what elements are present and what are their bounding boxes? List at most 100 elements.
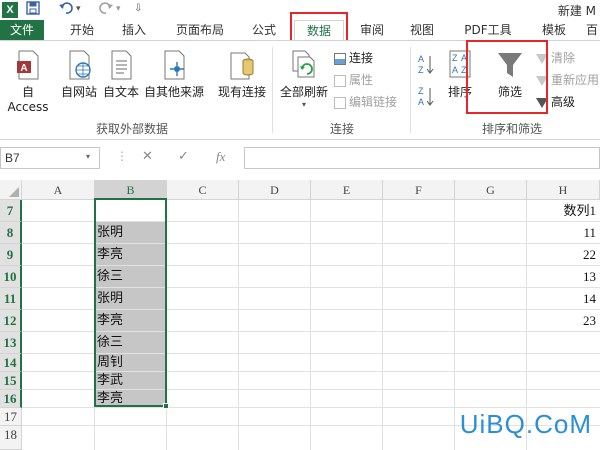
worksheet-grid[interactable]: A B C D E F G H 7 8 9 10 11 12 13 14 15 … <box>0 180 600 450</box>
existing-connections-icon <box>230 52 254 80</box>
fill-handle[interactable] <box>163 403 169 409</box>
from-access-label: 自 Access <box>7 85 49 114</box>
cell-h12[interactable]: 23 <box>538 310 598 331</box>
redo-icon[interactable] <box>98 1 114 18</box>
customize-toolbar-icon[interactable]: ⇩ <box>134 3 142 14</box>
row-header[interactable]: 9 <box>0 244 22 266</box>
from-text-button[interactable]: 自文本 <box>100 49 142 100</box>
column-header-h[interactable]: H <box>527 180 600 200</box>
row-header[interactable]: 10 <box>0 266 22 288</box>
excel-logo-icon: X <box>2 2 18 18</box>
refresh-all-dropdown-icon[interactable]: ▾ <box>276 100 332 109</box>
tab-insert[interactable]: 插入 <box>112 20 156 40</box>
row-header[interactable]: 13 <box>0 332 22 354</box>
undo-dropdown-icon[interactable]: ▾ <box>76 4 81 14</box>
svg-text:A: A <box>418 97 424 107</box>
row-header[interactable]: 8 <box>0 222 22 244</box>
insert-function-icon[interactable]: fx <box>216 149 225 165</box>
tab-view[interactable]: 视图 <box>402 20 442 40</box>
cell-h10[interactable]: 13 <box>538 266 598 287</box>
ribbon-separator <box>410 47 411 133</box>
connections-button[interactable]: 连接 <box>334 49 373 67</box>
row-header[interactable]: 18 <box>0 426 22 450</box>
advanced-filter-label: 高级 <box>551 95 576 109</box>
tab-file[interactable]: 文件 <box>0 20 44 40</box>
row-header[interactable]: 16 <box>0 390 22 408</box>
refresh-all-label: 全部刷新 <box>279 85 328 99</box>
gridline <box>454 200 455 450</box>
tab-home[interactable]: 开始 <box>56 20 108 40</box>
cancel-icon[interactable]: ✕ <box>142 149 153 164</box>
enter-icon[interactable]: ✓ <box>178 149 189 164</box>
edit-links-icon <box>334 96 346 109</box>
cell-h8[interactable]: 11 <box>538 222 598 243</box>
column-header-b[interactable]: B <box>95 180 167 200</box>
redo-dropdown-icon[interactable]: ▾ <box>116 4 121 14</box>
web-icon <box>69 50 91 80</box>
select-all-corner[interactable] <box>0 180 22 200</box>
sort-az-icon: AZ <box>418 54 434 75</box>
tab-pdf-tools[interactable]: PDF工具 <box>456 20 520 40</box>
row-header[interactable]: 14 <box>0 354 22 372</box>
formula-bar-grip-icon: ⋮ <box>116 149 128 163</box>
from-other-sources-button[interactable]: 自其他来源 <box>142 49 206 100</box>
cell-h9[interactable]: 22 <box>538 244 598 265</box>
group-label-connections: 连接 <box>330 122 355 136</box>
row-header[interactable]: 11 <box>0 288 22 310</box>
from-web-button[interactable]: 自网站 <box>58 49 100 100</box>
save-icon[interactable] <box>26 1 40 18</box>
svg-text:A: A <box>452 65 458 75</box>
group-label-get-external-data: 获取外部数据 <box>96 122 169 136</box>
tab-more[interactable]: 百 <box>584 20 600 40</box>
other-sources-icon <box>164 50 185 80</box>
access-icon: A <box>17 50 39 80</box>
cell-h7[interactable]: 数列1 <box>538 200 598 221</box>
column-header-g[interactable]: G <box>455 180 527 200</box>
tab-review[interactable]: 审阅 <box>352 20 392 40</box>
refresh-all-button[interactable]: 全部刷新 ▾ <box>276 49 332 109</box>
edit-links-button[interactable]: 编辑链接 <box>334 93 397 111</box>
undo-icon[interactable] <box>58 1 74 18</box>
watermark: UiBQ.CoM <box>459 409 592 439</box>
column-header-c[interactable]: C <box>167 180 239 200</box>
clear-filter-label: 清除 <box>551 51 576 65</box>
window-title: 新建 M <box>557 4 596 18</box>
tab-page-layout[interactable]: 页面布局 <box>164 20 236 40</box>
tab-template[interactable]: 模板 <box>530 20 578 40</box>
row-header[interactable]: 17 <box>0 408 22 426</box>
cell-h11[interactable]: 14 <box>538 288 598 309</box>
row-header[interactable]: 15 <box>0 372 22 390</box>
column-header-a[interactable]: A <box>22 180 95 200</box>
tab-formulas[interactable]: 公式 <box>242 20 286 40</box>
from-access-button[interactable]: A 自 Access <box>0 49 56 114</box>
formula-input[interactable] <box>244 147 600 169</box>
column-header-e[interactable]: E <box>311 180 383 200</box>
ribbon-separator <box>272 47 273 133</box>
sort-za-icon: ZA <box>418 86 434 107</box>
svg-text:Z: Z <box>452 53 458 63</box>
filter-highlight <box>466 40 548 114</box>
text-file-icon <box>111 50 132 80</box>
existing-connections-label: 现有连接 <box>217 85 266 99</box>
sort-descending-button[interactable]: ZA <box>418 85 434 107</box>
group-label-sort-filter: 排序和筛选 <box>482 122 543 136</box>
gridline <box>22 407 600 408</box>
column-header-d[interactable]: D <box>239 180 311 200</box>
gridline <box>382 200 383 450</box>
select-all-icon <box>9 187 19 197</box>
properties-button[interactable]: 属性 <box>334 71 373 89</box>
svg-text:A: A <box>20 63 27 74</box>
gridline <box>310 200 311 450</box>
svg-text:Z: Z <box>418 86 424 96</box>
sort-ascending-button[interactable]: AZ <box>418 53 434 75</box>
row-header[interactable]: 12 <box>0 310 22 332</box>
selection-border <box>94 198 167 407</box>
existing-connections-button[interactable]: 现有连接 <box>216 49 268 100</box>
column-header-f[interactable]: F <box>383 180 455 200</box>
name-box[interactable]: B7 <box>0 147 100 169</box>
row-header[interactable]: 7 <box>0 200 22 222</box>
refresh-all-icon <box>292 50 315 78</box>
properties-icon <box>334 74 346 87</box>
properties-label: 属性 <box>349 73 374 87</box>
name-box-dropdown-icon[interactable]: ▾ <box>86 152 90 161</box>
